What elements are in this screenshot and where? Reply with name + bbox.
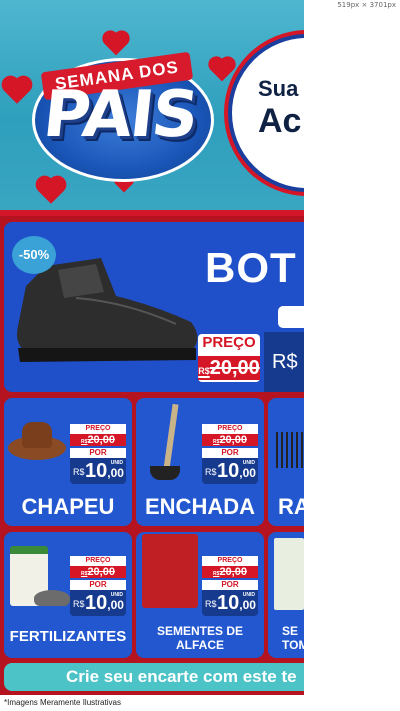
canvas-size-label: 519px × 3701px — [337, 1, 396, 9]
promo-line1: Sua — [258, 76, 299, 101]
blank-area — [304, 0, 400, 711]
hat-image-crown — [22, 422, 52, 448]
price-tag: PREÇO R$20,00 POR R$ 10,00 UNID — [202, 424, 258, 484]
hoe-image-blade — [150, 466, 180, 480]
cta-banner[interactable]: Crie seu encarte com este te — [4, 663, 304, 691]
flyer-canvas: SEMANA DOS PAIS Sua Ac -50% BOT PREÇO R$… — [0, 0, 304, 711]
hero-product-name: BOT — [205, 244, 297, 291]
rake-image — [276, 432, 304, 468]
price-tag: PREÇO R$20,00 POR R$ 10,00 UNID — [70, 424, 126, 484]
product-name: FERTILIZANTES — [9, 628, 127, 645]
hero-price-label: PREÇO — [202, 334, 256, 351]
fertilizer-pile-image — [34, 590, 70, 606]
price-tag: PREÇO R$20,00 POR R$ 10,00 UNID — [202, 556, 258, 616]
discount-badge: -50% — [12, 236, 56, 274]
product-name: ENCHADA — [145, 494, 255, 519]
hero-old-price: R$20,00 — [198, 356, 260, 380]
tomato-seed-packet-image — [274, 538, 304, 610]
hero-unit-tab — [278, 306, 304, 328]
product-name: RA — [278, 494, 304, 519]
footnote: *Imagens Meramente Ilustrativas — [0, 695, 304, 711]
promo-line2: Ac — [258, 102, 302, 140]
product-name: CHAPEU — [21, 494, 115, 519]
price-tag: PREÇO R$20,00 POR R$ 10,00 UNID — [70, 556, 126, 616]
seed-packet-image — [142, 534, 198, 608]
hero-new-price: R$ — [264, 332, 304, 392]
product-name: SE TOM — [282, 624, 304, 652]
banner-title: PAIS — [39, 78, 201, 152]
product-name: SEMENTES DE ALFACE — [156, 624, 243, 652]
